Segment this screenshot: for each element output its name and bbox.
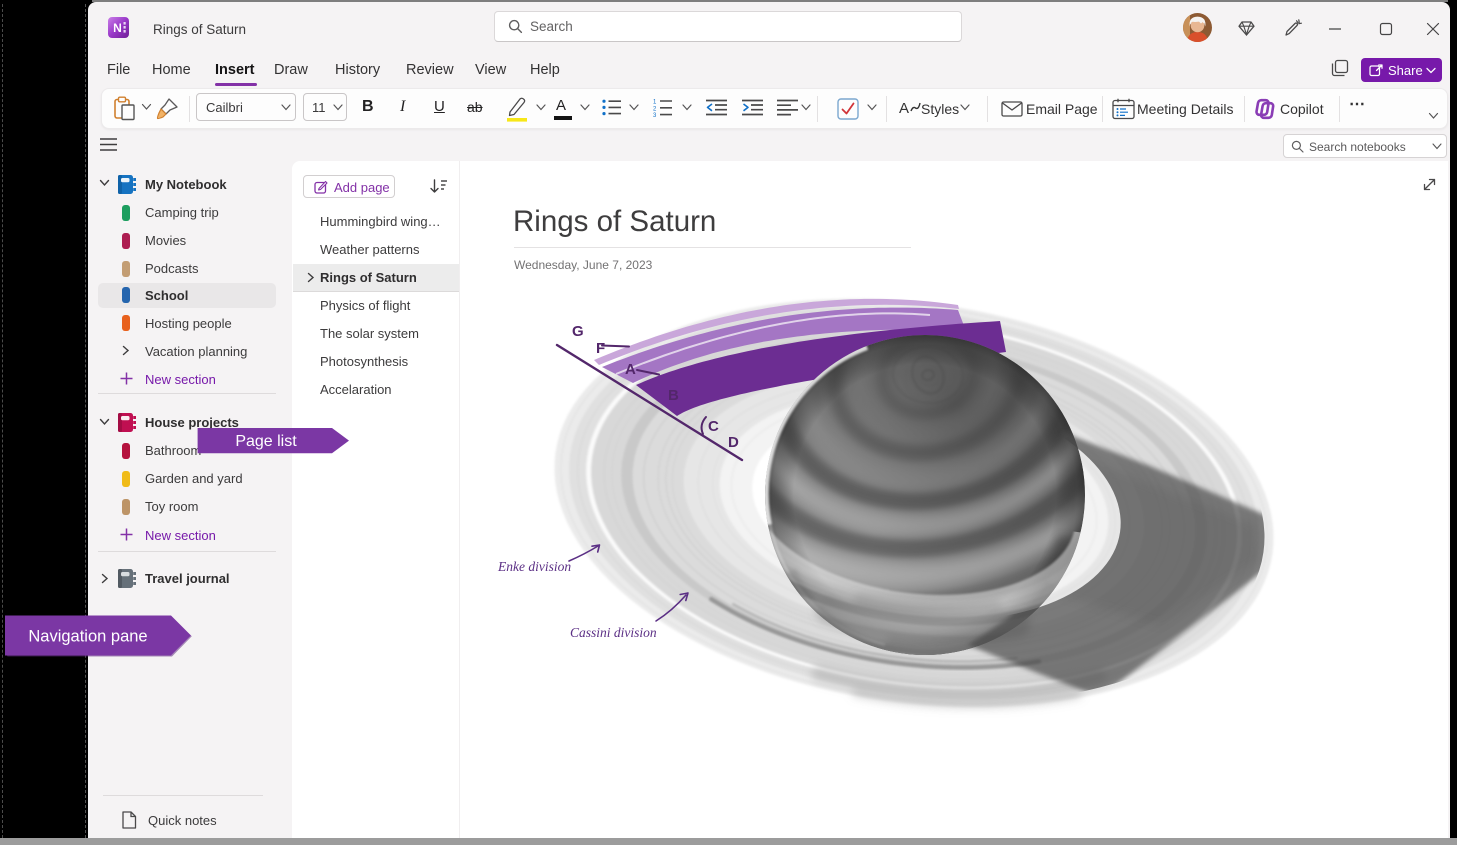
svg-text:A: A bbox=[899, 100, 909, 117]
svg-text:A: A bbox=[625, 361, 636, 378]
svg-text:D: D bbox=[728, 434, 739, 451]
svg-text:N: N bbox=[113, 21, 122, 35]
svg-text:Navigation pane: Navigation pane bbox=[28, 628, 147, 646]
svg-text:Page list: Page list bbox=[235, 433, 297, 450]
svg-text:2: 2 bbox=[653, 106, 657, 112]
svg-text:F: F bbox=[596, 340, 605, 357]
svg-text:Enke division: Enke division bbox=[497, 559, 571, 574]
svg-text:3: 3 bbox=[653, 113, 657, 117]
svg-text:C: C bbox=[708, 418, 719, 435]
svg-text:B: B bbox=[668, 387, 679, 404]
svg-text:G: G bbox=[572, 323, 584, 340]
svg-text:1: 1 bbox=[653, 99, 657, 105]
svg-text:Cassini division: Cassini division bbox=[570, 625, 657, 640]
